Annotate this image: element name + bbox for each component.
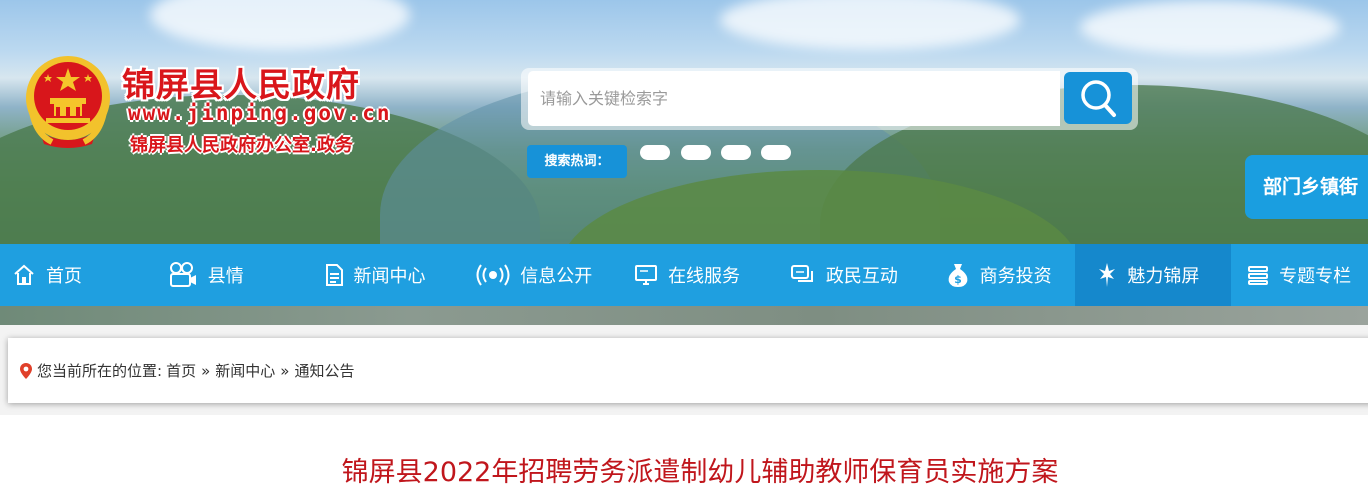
breadcrumb-separator: » [201,361,211,380]
cloud-decoration [150,0,410,50]
hot-word-chip[interactable] [681,145,711,160]
search-input[interactable] [528,71,1060,126]
site-title: 锦屏县人民政府 [122,65,360,104]
hot-word-chip[interactable] [761,145,791,160]
cloud-decoration [720,0,1020,50]
broadcast-icon [476,264,510,286]
breadcrumb-separator: » [280,361,290,380]
nav-item-label: 在线服务 [668,266,741,287]
svg-text:$: $ [954,273,962,286]
location-pin-icon [20,362,32,379]
nav-item-county[interactable]: 县情 [158,244,311,306]
breadcrumb: 您当前所在的位置: 首页 » 新闻中心 » 通知公告 [8,338,1368,403]
nav-item-label: 专题专栏 [1279,266,1352,287]
nav-item-label: 首页 [46,266,82,287]
cloud-decoration [1080,0,1340,55]
breadcrumb-link-home[interactable]: 首页 [166,360,196,381]
nav-item-special[interactable]: 专题专栏 [1231,244,1368,306]
nav-item-interaction[interactable]: 政民互动 [780,244,936,306]
nav-item-label: 新闻中心 [353,266,426,287]
site-url: www.jinping.gov.cn [128,101,392,125]
search-icon [1081,80,1116,117]
nav-item-label: 魅力锦屏 [1127,266,1200,287]
chat-icon [790,265,813,282]
stack-icon [1248,266,1269,285]
monitor-icon [635,265,658,285]
nav-item-info-disclosure[interactable]: 信息公开 [467,244,624,306]
search-button[interactable] [1064,72,1132,124]
hot-words-label: 搜索热词： [527,145,627,178]
department-town-button[interactable]: 部门乡镇街 [1245,155,1368,219]
nav-item-charm[interactable]: 魅力锦屏 [1075,244,1232,306]
nav-item-label: 商务投资 [979,266,1052,287]
money-bag-icon: $ [948,264,967,287]
nav-item-label: 政民互动 [825,266,898,287]
breadcrumb-link-news[interactable]: 新闻中心 [215,360,275,381]
site-subtitle: 锦屏县人民政府办公室.政务 [130,135,353,156]
article-title: 锦屏县2022年招聘劳务派遣制幼儿辅助教师保育员实施方案 [341,457,1059,488]
sparkle-icon [1099,263,1116,287]
nav-item-online-service[interactable]: 在线服务 [624,244,780,306]
national-emblem-icon [26,56,110,148]
banner-bottom-strip [0,306,1368,325]
main-nav: 首页 县情 新闻中心 信息公开 在线服务 政民互动 $ 商务投资 魅力锦屏 专题… [0,244,1368,306]
hot-word-chip[interactable] [721,145,751,160]
nav-item-home[interactable]: 首页 [0,244,158,306]
camera-icon [169,262,196,287]
breadcrumb-link-notices[interactable]: 通知公告 [294,360,354,381]
document-icon [325,264,343,286]
breadcrumb-prefix: 您当前所在的位置: [37,362,163,380]
nav-item-label: 县情 [207,266,244,287]
hot-word-chip[interactable] [640,145,670,160]
home-icon [14,264,34,285]
nav-item-news[interactable]: 新闻中心 [311,244,468,306]
nav-item-business[interactable]: $ 商务投资 [936,244,1076,306]
nav-item-label: 信息公开 [520,266,593,287]
